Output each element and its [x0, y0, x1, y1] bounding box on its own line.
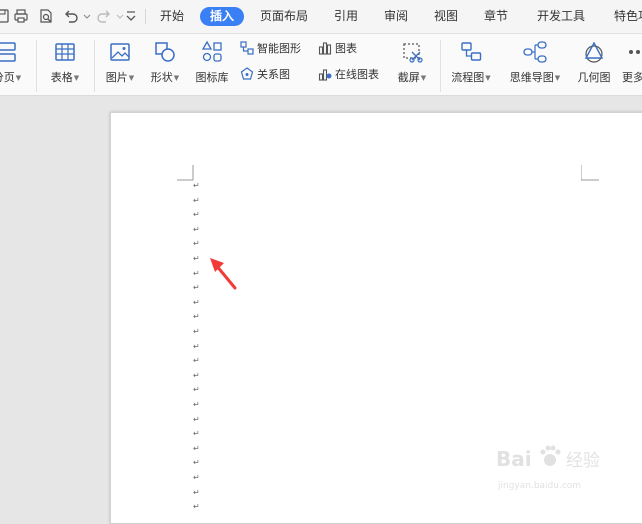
- undo-dropdown-icon[interactable]: [79, 8, 91, 24]
- paw-icon: [540, 445, 561, 466]
- tab-developer-tools[interactable]: 开发工具: [537, 7, 585, 26]
- chart-icon: [318, 41, 332, 55]
- table-label: 表格: [50, 71, 73, 84]
- icon-library-icon: [200, 40, 224, 64]
- mind-map-button[interactable]: 思维导图▼: [504, 34, 566, 94]
- paragraph-mark: ↵: [193, 254, 200, 263]
- paragraph-mark: ↵: [193, 385, 200, 395]
- paragraph-mark: ↵: [193, 341, 200, 351]
- separator: [94, 40, 95, 92]
- tab-page-layout[interactable]: 页面布局: [260, 7, 308, 26]
- page-break-icon: [0, 40, 19, 64]
- paragraph-mark: ↵: [193, 224, 200, 234]
- mind-map-label: 思维导图: [509, 71, 554, 84]
- screenshot-icon: [400, 40, 424, 64]
- watermark-url: jingyan.baidu.com: [497, 481, 581, 491]
- paragraph-mark: ↵: [193, 239, 200, 249]
- separator: [440, 40, 441, 92]
- picture-label: 图片: [105, 71, 128, 84]
- tab-home[interactable]: 开始: [160, 7, 184, 26]
- paragraph-mark: ↵: [193, 502, 200, 512]
- paragraph-mark: ↵: [193, 210, 200, 220]
- watermark-brand-cn: 经验: [566, 451, 600, 471]
- table-button[interactable]: 表格▼: [44, 34, 86, 94]
- paragraph-mark: ↵: [193, 487, 200, 497]
- redo-dropdown-icon[interactable]: [112, 8, 124, 24]
- shape-icon: [153, 40, 177, 64]
- table-icon: [53, 40, 77, 64]
- smart-art-label: 智能图形: [257, 42, 301, 55]
- screenshot-button[interactable]: 截屏▼: [392, 34, 432, 94]
- online-chart-icon: [318, 67, 332, 81]
- paragraph-mark: ↵: [193, 297, 200, 307]
- flowchart-label: 流程图: [451, 71, 485, 84]
- flowchart-button[interactable]: 流程图▼: [446, 34, 496, 94]
- paragraph-mark: ↵: [193, 195, 200, 205]
- shape-label: 形状: [150, 71, 173, 84]
- picture-icon: [108, 40, 132, 64]
- relation-chart-button[interactable]: 关系图: [240, 66, 290, 84]
- paragraph-mark: ↵: [193, 356, 200, 366]
- flowchart-icon: [459, 40, 483, 64]
- paragraph-mark: ↵: [193, 443, 200, 453]
- paragraph-mark: ↵: [193, 327, 200, 336]
- geometry-label: 几何图: [577, 71, 611, 84]
- paragraph-mark: ↵: [193, 312, 200, 322]
- picture-button[interactable]: 图片▼: [100, 34, 140, 94]
- save-icon[interactable]: [0, 8, 10, 24]
- chart-label: 图表: [335, 42, 357, 55]
- red-arrow-annotation: [210, 258, 237, 290]
- tab-references[interactable]: 引用: [334, 7, 358, 26]
- smart-art-icon: [240, 41, 254, 55]
- ribbon-toolbar: 分页▼ 表格▼ 图片▼ 形状▼ 图标库 智能图形: [0, 34, 642, 96]
- chart-button[interactable]: 图表: [318, 40, 357, 58]
- tab-chapter[interactable]: 章节: [484, 7, 508, 26]
- margin-corner-mark-right: [581, 165, 599, 181]
- shape-button[interactable]: 形状▼: [144, 34, 186, 94]
- menu-bar: 开始 插入 页面布局 引用 审阅 视图 章节 开发工具 特色功能: [0, 0, 642, 34]
- paragraph-mark: ↵: [193, 283, 200, 293]
- screenshot-label: 截屏: [397, 71, 420, 84]
- watermark-brand: Bai: [496, 447, 532, 471]
- baidu-jingyan-watermark: Bai 经验 jingyan.baidu.com: [496, 445, 600, 491]
- tab-special-features[interactable]: 特色功能: [614, 7, 642, 26]
- icon-library-label: 图标库: [195, 71, 229, 84]
- paragraph-mark: ↵: [193, 370, 200, 380]
- tab-view[interactable]: 视图: [434, 7, 458, 26]
- print-preview-icon[interactable]: [38, 8, 54, 24]
- margin-corner-mark-left: [177, 165, 194, 181]
- paragraph-mark: ↵: [193, 400, 200, 409]
- separator: [145, 9, 146, 24]
- tab-review[interactable]: 审阅: [384, 7, 408, 26]
- paragraph-mark: ↵: [193, 429, 200, 439]
- print-icon[interactable]: [13, 8, 29, 24]
- page-break-button[interactable]: 分页▼: [0, 34, 28, 94]
- paragraph-mark: ↵: [193, 458, 200, 468]
- smart-art-button[interactable]: 智能图形: [240, 40, 301, 58]
- redo-icon[interactable]: [96, 8, 112, 24]
- relation-chart-label: 关系图: [257, 68, 290, 81]
- separator: [36, 40, 37, 92]
- relation-chart-icon: [240, 67, 254, 81]
- mind-map-icon: [523, 40, 547, 64]
- paragraph-mark: ↵: [193, 414, 200, 424]
- customize-toolbar-icon[interactable]: [123, 8, 139, 24]
- geometry-button[interactable]: 几何图: [572, 34, 616, 94]
- paragraph-mark: ↵: [193, 268, 200, 278]
- paragraph-mark: ↵: [193, 473, 200, 482]
- online-chart-button[interactable]: 在线图表: [318, 66, 379, 84]
- paragraph-mark: ↵: [193, 181, 200, 190]
- more-button[interactable]: 更多: [620, 34, 642, 94]
- undo-icon[interactable]: [63, 8, 79, 24]
- more-label: 更多: [622, 71, 642, 84]
- online-chart-label: 在线图表: [335, 68, 379, 81]
- geometry-icon: [582, 40, 606, 64]
- tab-insert[interactable]: 插入: [200, 7, 245, 26]
- more-icon: [626, 40, 642, 64]
- page-break-label: 分页: [0, 71, 15, 84]
- icon-library-button[interactable]: 图标库: [190, 34, 234, 94]
